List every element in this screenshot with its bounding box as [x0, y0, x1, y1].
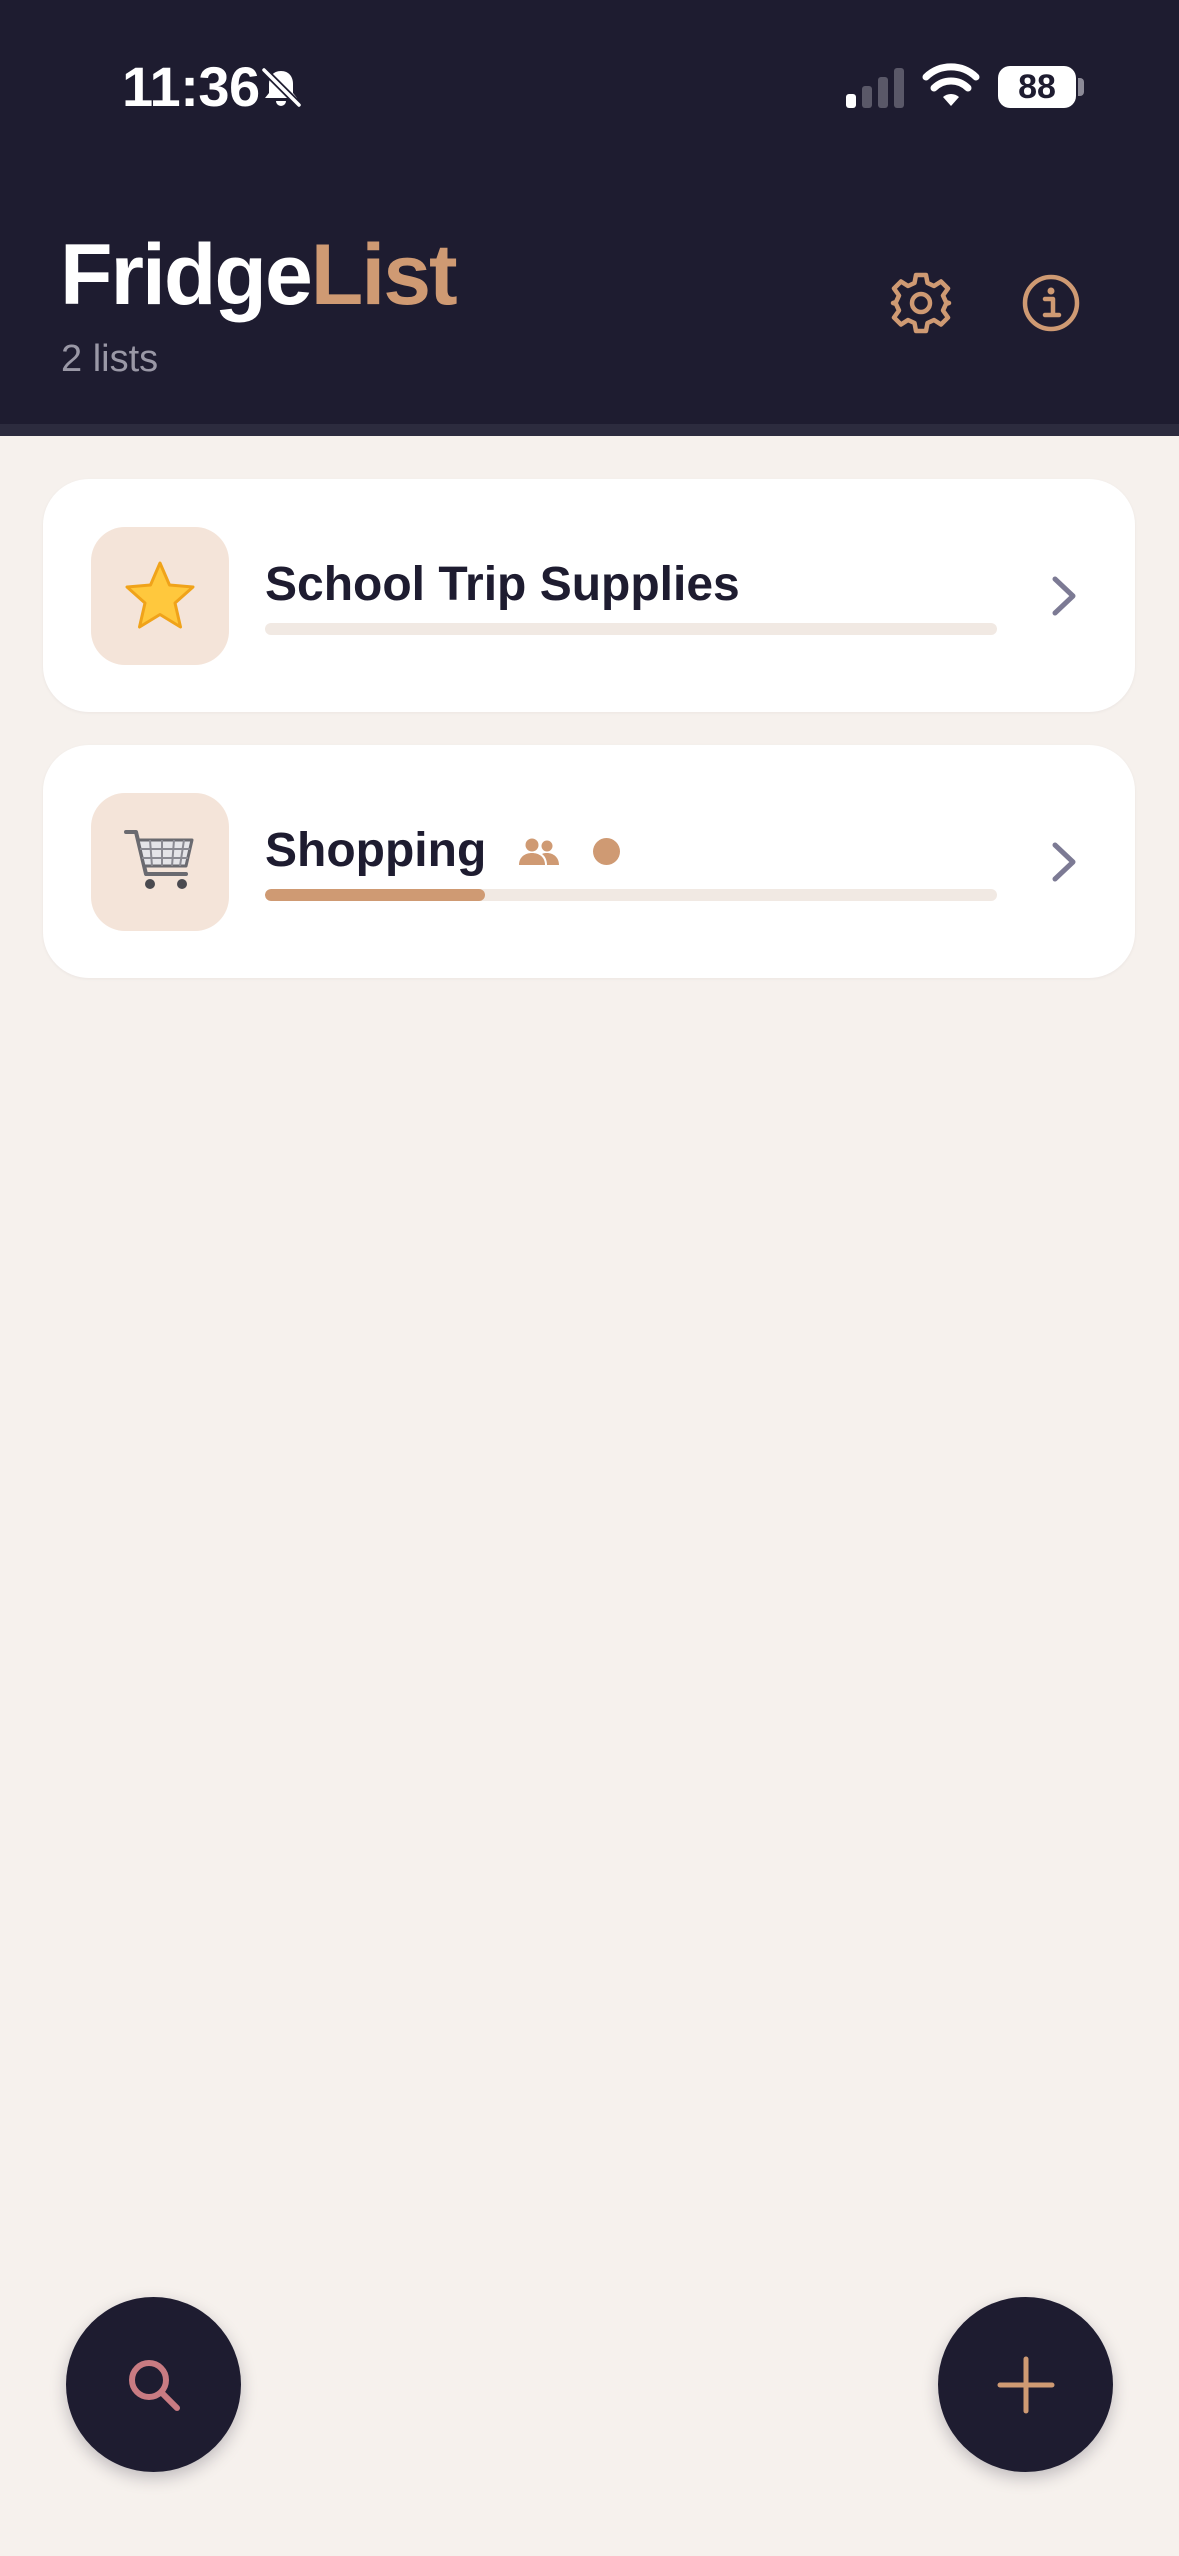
info-icon — [1022, 274, 1080, 332]
search-icon — [128, 2359, 180, 2411]
list-card-school-trip-supplies[interactable]: School Trip Supplies — [43, 479, 1135, 712]
list-name: Shopping — [265, 824, 487, 877]
list-card-shopping[interactable]: Shopping — [43, 745, 1135, 978]
status-time: 11:36 — [122, 55, 260, 118]
battery-level: 88 — [1018, 68, 1056, 106]
header-divider — [0, 424, 1179, 436]
settings-button[interactable] — [886, 268, 956, 338]
star-icon — [125, 561, 195, 629]
chevron-right-icon — [1052, 576, 1076, 616]
app-header: 11:36 88 FridgeList 2 lists — [0, 0, 1179, 424]
shopping-cart-icon — [124, 830, 194, 889]
chevron-right-icon — [1052, 842, 1076, 882]
list-progress-bar — [265, 889, 997, 901]
list-progress-fill — [265, 889, 485, 901]
list-progress-bar — [265, 623, 997, 635]
shared-users-icon — [519, 838, 559, 865]
info-button[interactable] — [1016, 268, 1086, 338]
bell-muted-icon — [261, 67, 302, 108]
app-title-list: List — [310, 227, 458, 323]
gear-icon — [890, 272, 952, 334]
app-title-fridge: Fridge — [60, 227, 313, 323]
app-title: FridgeList — [60, 227, 458, 323]
list-count: 2 lists — [61, 338, 159, 380]
plus-icon — [997, 2356, 1054, 2413]
activity-dot — [593, 838, 620, 865]
cellular-signal-icon — [846, 68, 904, 108]
list-name: School Trip Supplies — [265, 558, 740, 611]
list-icon-tile — [91, 793, 229, 931]
add-list-button[interactable] — [938, 2297, 1113, 2472]
list-icon-tile — [91, 527, 229, 665]
search-button[interactable] — [66, 2297, 241, 2472]
wifi-icon — [922, 63, 980, 106]
battery-icon: 88 — [998, 66, 1076, 108]
battery-tip — [1078, 78, 1084, 96]
